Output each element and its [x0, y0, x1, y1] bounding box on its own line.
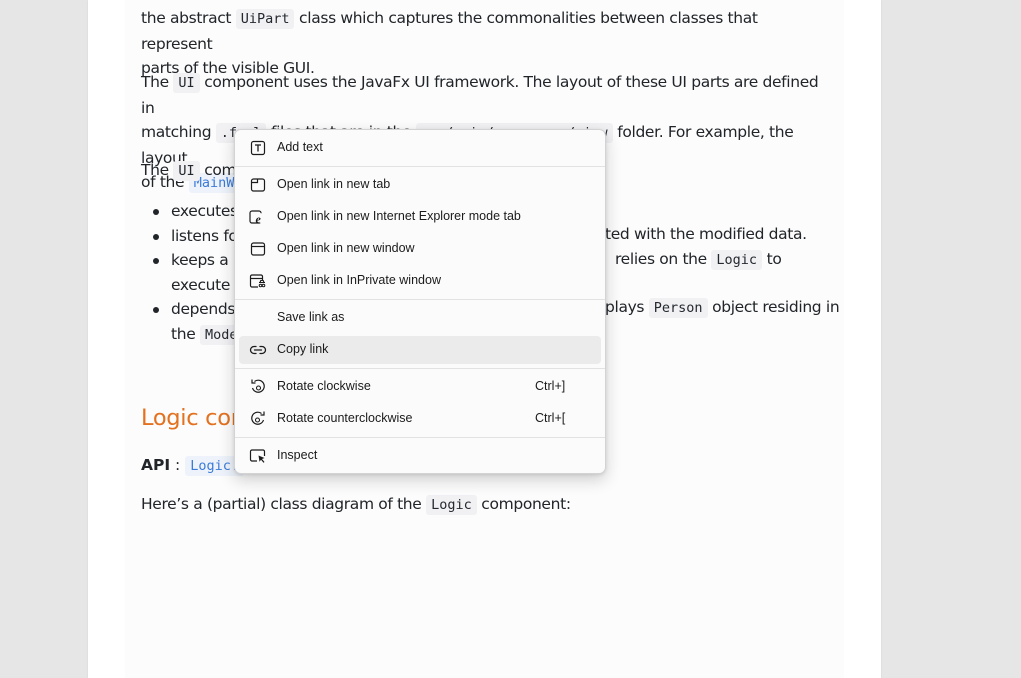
text-fragment: the abstract — [141, 9, 236, 27]
menu-item-rotate-clockwise[interactable]: Rotate clockwise Ctrl+] — [239, 373, 601, 401]
menu-item-open-new-tab[interactable]: Open link in new tab — [239, 171, 601, 199]
text-fragment: to — [762, 250, 782, 268]
bullet-fragment: ted with the modified data. — [605, 225, 807, 243]
link-icon — [249, 341, 267, 359]
text-fragment: keeps a r — [171, 251, 239, 269]
menu-divider — [235, 368, 605, 369]
menu-item-add-text[interactable]: Add text — [239, 134, 601, 162]
text-fragment: executes — [171, 202, 238, 220]
rotate-clockwise-icon — [249, 378, 267, 396]
new-tab-icon — [249, 176, 267, 194]
text-fragment: the — [171, 324, 200, 343]
rotate-counterclockwise-icon — [249, 410, 267, 428]
text-fragment: depends — [171, 300, 236, 318]
menu-item-open-inprivate[interactable]: Open link in InPrivate window — [239, 267, 601, 295]
new-window-icon — [249, 240, 267, 258]
text-fragment: The — [141, 73, 174, 91]
menu-item-label: Save link as — [277, 310, 345, 324]
inline-code-uipart: UiPart — [235, 9, 295, 29]
paragraph-class-diagram: Here’s a (partial) class diagram of the … — [141, 492, 831, 518]
context-menu: Add text Open link in new tab e Open lin… — [234, 129, 606, 474]
text-fragment: component uses the JavaFx UI framework. … — [141, 73, 819, 117]
inprivate-icon — [249, 272, 267, 290]
menu-item-label: Open link in InPrivate window — [277, 273, 441, 287]
text-fragment: Here’s a (partial) class diagram of the — [141, 495, 427, 513]
svg-text:e: e — [256, 212, 262, 225]
menu-divider — [235, 437, 605, 438]
inline-code-logic: Logic — [426, 495, 477, 515]
inspect-icon — [249, 447, 267, 465]
text-fragment: matching — [141, 123, 216, 141]
menu-divider — [235, 299, 605, 300]
ie-mode-icon: e — [249, 208, 267, 226]
text-fragment: relies on the — [615, 250, 712, 268]
add-text-icon — [249, 139, 267, 157]
inline-code-ui: UI — [173, 73, 200, 93]
shortcut-label: Ctrl+[ — [535, 411, 566, 425]
menu-item-label: Rotate counterclockwise — [277, 411, 413, 425]
menu-item-label: Inspect — [277, 448, 318, 462]
bullet-fragment: relies on the Logic to — [615, 247, 782, 273]
menu-item-label: Rotate clockwise — [277, 379, 371, 393]
menu-item-label: Open link in new window — [277, 241, 415, 255]
menu-item-open-new-window[interactable]: Open link in new window — [239, 235, 601, 263]
text-fragment: component: — [476, 495, 571, 513]
menu-item-label: Add text — [277, 140, 323, 154]
menu-item-inspect[interactable]: Inspect — [239, 442, 601, 470]
menu-item-label: Open link in new Internet Explorer mode … — [277, 209, 521, 223]
text-fragment: plays — [605, 298, 649, 316]
text-fragment: com — [199, 161, 237, 179]
menu-item-open-ie-mode-tab[interactable]: e Open link in new Internet Explorer mod… — [239, 203, 601, 231]
bullet-fragment: plays Person object residing in — [605, 295, 840, 321]
inline-code-ui: UI — [173, 161, 200, 181]
menu-item-save-link-as[interactable]: Save link as — [239, 304, 601, 332]
text-fragment: listens fo — [171, 226, 238, 245]
api-label: API — [141, 456, 171, 474]
text-fragment: object residing in — [707, 298, 840, 316]
text-fragment: execute c — [171, 275, 243, 294]
shortcut-label: Ctrl+] — [535, 379, 566, 393]
text-fragment: : — [170, 456, 186, 474]
menu-divider — [235, 166, 605, 167]
api-line: API : Logic. — [141, 453, 244, 478]
inline-code-person: Person — [648, 298, 708, 318]
menu-item-copy-link[interactable]: Copy link — [239, 336, 601, 364]
inline-code-logic: Logic — [711, 250, 763, 270]
menu-item-label: Open link in new tab — [277, 177, 391, 191]
text-fragment: The — [141, 161, 174, 179]
menu-item-rotate-counterclockwise[interactable]: Rotate counterclockwise Ctrl+[ — [239, 405, 601, 433]
menu-item-label: Copy link — [277, 342, 329, 356]
